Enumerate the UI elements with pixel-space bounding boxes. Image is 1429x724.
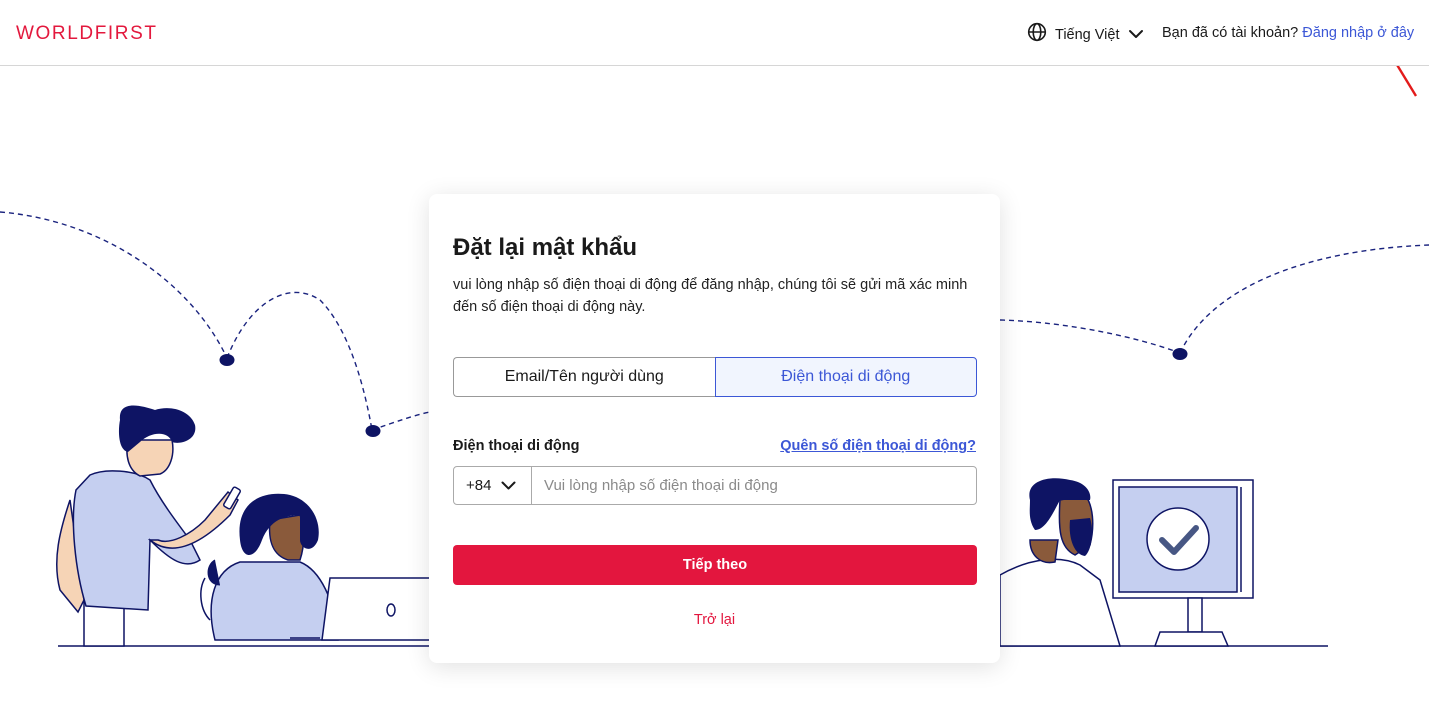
login-link[interactable]: Đăng nhập ở đây bbox=[1302, 25, 1414, 41]
monitor-with-check bbox=[1112, 479, 1254, 647]
chevron-down-icon bbox=[501, 477, 516, 494]
phone-number-input[interactable] bbox=[532, 467, 976, 504]
reset-password-card: Đặt lại mật khẩu vui lòng nhập số điện t… bbox=[429, 194, 1000, 663]
account-prompt-text: Bạn đã có tài khoản? bbox=[1162, 25, 1299, 41]
tab-email-username[interactable]: Email/Tên người dùng bbox=[453, 357, 715, 397]
language-selector[interactable]: Tiếng Việt bbox=[1027, 22, 1144, 47]
page-title: Đặt lại mật khẩu bbox=[453, 234, 638, 261]
forgot-phone-link[interactable]: Quên số điện thoại di động? bbox=[780, 438, 976, 454]
login-method-tabs: Email/Tên người dùng Điện thoại di động bbox=[453, 357, 977, 397]
page: WORLDFIRST Tiếng Việt Bạn đã có tài khoả… bbox=[0, 0, 1429, 724]
country-code-value: +84 bbox=[466, 477, 492, 494]
instructions-text: vui lòng nhập số điện thoại di động để đ… bbox=[453, 277, 968, 315]
globe-icon bbox=[1027, 22, 1047, 47]
country-code-select[interactable]: +84 bbox=[454, 467, 532, 504]
standing-man-figure bbox=[55, 405, 241, 647]
top-navigation-bar: WORLDFIRST Tiếng Việt Bạn đã có tài khoả… bbox=[0, 0, 1429, 66]
phone-field-label: Điện thoại di động bbox=[453, 438, 580, 454]
seated-woman-figure bbox=[200, 493, 431, 641]
tab-mobile-phone[interactable]: Điện thoại di động bbox=[714, 357, 977, 397]
back-link[interactable]: Trở lại bbox=[429, 612, 1000, 628]
next-button[interactable]: Tiếp theo bbox=[453, 545, 977, 585]
bearded-man-figure bbox=[999, 478, 1122, 647]
language-label: Tiếng Việt bbox=[1055, 26, 1120, 43]
phone-input-group: +84 bbox=[453, 466, 977, 505]
chevron-down-icon bbox=[1128, 26, 1144, 44]
worldfirst-logo[interactable]: WORLDFIRST bbox=[16, 23, 158, 45]
account-prompt: Bạn đã có tài khoản? Đăng nhập ở đây bbox=[1162, 25, 1414, 41]
